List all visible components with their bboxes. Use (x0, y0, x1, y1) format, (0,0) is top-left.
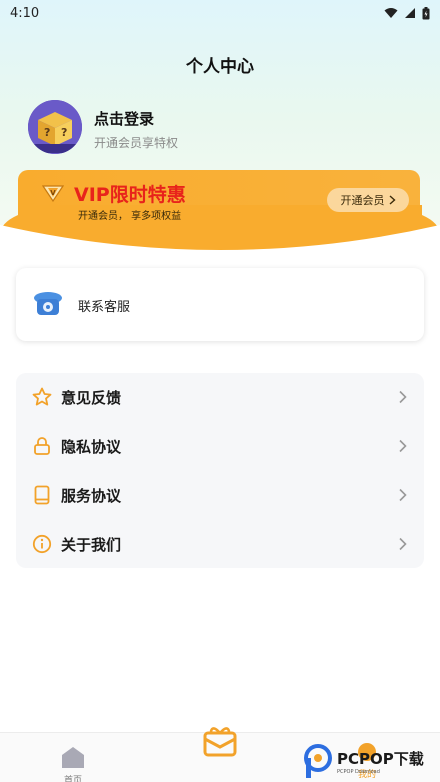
watermark-sub: PCPOP Download (337, 769, 380, 775)
menu-item-privacy[interactable]: 隐私协议 (16, 422, 424, 470)
page-title: 个人中心 (186, 57, 254, 77)
contact-service-label: 联系客服 (78, 300, 131, 315)
login-subtitle: 开通会员享特权 (94, 136, 179, 150)
status-icons (384, 6, 430, 20)
login-title[interactable]: 点击登录 (94, 108, 154, 129)
battery-icon (422, 6, 430, 19)
menu-item-label: 服务协议 (61, 486, 122, 505)
menu-item-label: 意见反馈 (61, 388, 122, 407)
watermark: PCPOP下载 PCPOP Download (302, 742, 440, 782)
menu-item-service-agreement[interactable]: 服务协议 (16, 471, 424, 519)
star-icon (32, 387, 52, 406)
contact-service-card[interactable]: 联系客服 (16, 268, 424, 341)
avatar[interactable]: ? ? (28, 100, 82, 154)
gift-box-icon (203, 727, 237, 757)
lock-icon (34, 437, 50, 455)
vip-subtitle: 开通会员， 享多项权益 (78, 211, 182, 222)
watermark-brand: PCPOP下载 (337, 750, 424, 768)
settings-menu: 意见反馈 隐私协议 服务协议 关于我们 (16, 373, 424, 568)
status-bar: 4:10 (0, 0, 440, 26)
tab-home[interactable]: 首页 (56, 745, 90, 782)
menu-item-label: 关于我们 (61, 535, 122, 554)
svg-text:?: ? (61, 126, 67, 139)
book-icon (34, 485, 50, 505)
svg-text:?: ? (44, 126, 50, 139)
chevron-right-icon (399, 390, 407, 404)
menu-item-feedback[interactable]: 意见反馈 (16, 373, 424, 421)
home-icon (62, 747, 84, 768)
chevron-right-icon (399, 488, 407, 502)
menu-item-label: 隐私协议 (61, 437, 122, 456)
signal-icon (405, 8, 415, 18)
tab-home-label: 首页 (63, 776, 82, 782)
chevron-right-icon (399, 439, 407, 453)
wifi-icon (384, 8, 398, 18)
tab-center[interactable] (200, 723, 240, 761)
vip-banner-curve (0, 205, 440, 265)
menu-item-about-us[interactable]: 关于我们 (16, 520, 424, 568)
info-icon (32, 534, 52, 554)
brand-logo-icon (304, 744, 332, 778)
status-time: 4:10 (10, 5, 40, 21)
vip-title: VIP限时特惠 (74, 184, 186, 206)
open-vip-button-label: 开通会员 (340, 194, 385, 207)
mystery-box-icon: ? ? (28, 100, 82, 154)
chevron-right-icon (389, 195, 396, 205)
chevron-right-icon (399, 537, 407, 551)
phone-icon (34, 292, 62, 315)
vip-crown-icon: V (42, 185, 64, 202)
open-vip-button[interactable]: 开通会员 (327, 188, 409, 212)
svg-text:V: V (50, 189, 56, 197)
